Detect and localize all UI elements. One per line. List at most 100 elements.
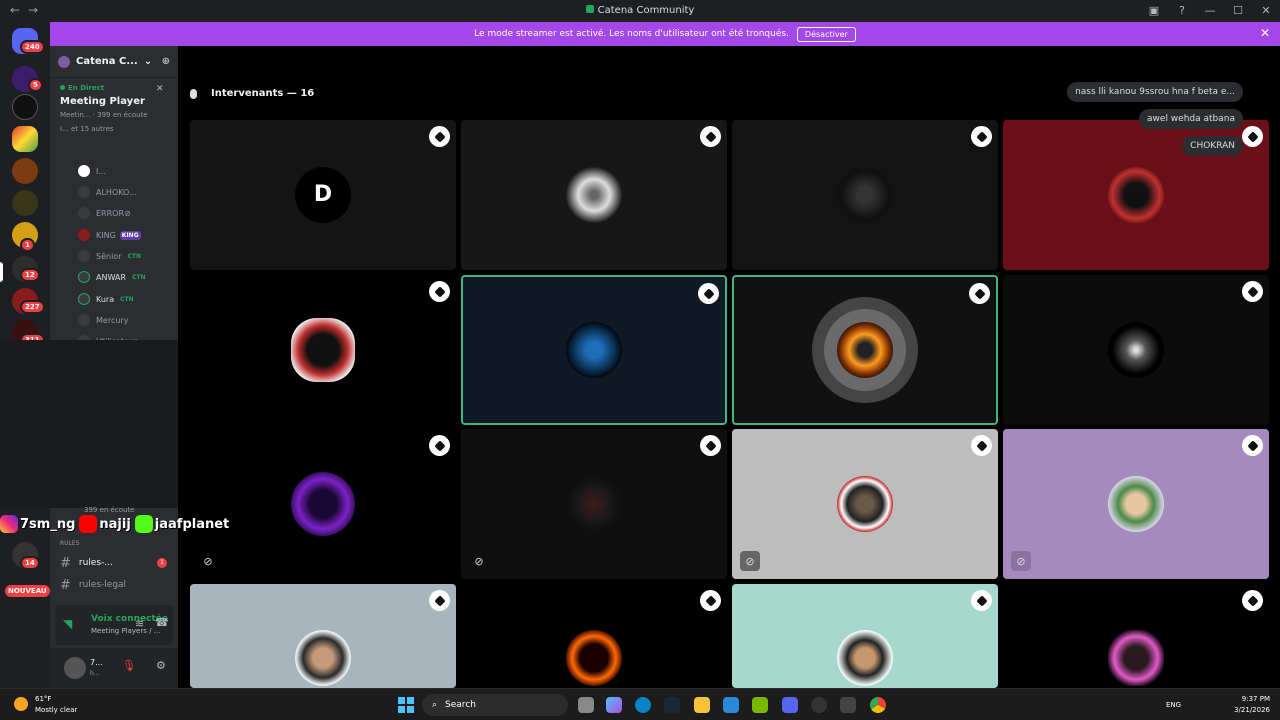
instagram-icon (0, 515, 18, 533)
moderator-icon[interactable] (698, 283, 719, 304)
avatar (291, 318, 355, 382)
channel-item[interactable]: # rules-legal (60, 576, 126, 594)
server-icon[interactable] (12, 94, 38, 120)
app-icon[interactable] (840, 697, 856, 713)
speaker-tile-speaking[interactable] (732, 275, 998, 425)
store-icon[interactable] (723, 697, 739, 713)
voice-user[interactable]: ANWAR CTN (78, 268, 148, 286)
moderator-icon[interactable] (971, 435, 992, 456)
task-view-icon[interactable] (578, 697, 594, 713)
windows-start-icon[interactable] (398, 697, 414, 713)
minimize-button[interactable]: — (1196, 0, 1224, 22)
mic-muted-icon[interactable]: 🎙 (122, 659, 136, 672)
speaker-tile[interactable] (732, 120, 998, 270)
edge-icon[interactable] (635, 697, 651, 713)
app-icon[interactable] (811, 697, 827, 713)
chrome-icon[interactable] (870, 697, 886, 713)
speaker-tile[interactable] (1003, 584, 1269, 688)
moderator-icon[interactable] (429, 435, 450, 456)
category-label[interactable]: RULES (60, 540, 80, 547)
listener-count: 399 en écoute (84, 506, 135, 514)
nvidia-icon[interactable] (752, 697, 768, 713)
avatar (78, 250, 90, 262)
taskbar-search[interactable]: ⌕ Search (422, 694, 568, 716)
unread-badge: 227 (20, 300, 45, 314)
stage-name[interactable]: Meeting Player (60, 96, 168, 107)
moderator-icon[interactable] (429, 590, 450, 611)
voice-user[interactable]: Kura CTN (78, 290, 136, 308)
unread-badge: 5 (28, 78, 43, 92)
copilot-icon[interactable] (606, 697, 622, 713)
close-icon[interactable]: ✕ (156, 84, 164, 94)
speaker-tile[interactable]: D (190, 120, 456, 270)
speaker-tile[interactable] (190, 275, 456, 425)
maximize-button[interactable]: ☐ (1224, 0, 1252, 22)
voice-user[interactable]: I... (78, 162, 106, 180)
muted-mic-icon: ⊘ (474, 554, 484, 568)
moderator-icon[interactable] (700, 590, 721, 611)
close-icon[interactable]: ✕ (1260, 26, 1270, 40)
chevron-down-icon[interactable]: ⌄ (144, 56, 152, 67)
stage-live-panel: En Direct ✕ Meeting Player Meetin... · 3… (50, 78, 178, 139)
speaker-tile[interactable] (461, 584, 727, 688)
new-badge[interactable]: NOUVEAU (5, 585, 50, 597)
muted-mic-icon: ⊘ (740, 551, 760, 571)
voice-user[interactable]: ALHOKO... (78, 183, 137, 201)
voice-user[interactable]: ERROR⊘ (78, 204, 131, 222)
moderator-icon[interactable] (700, 126, 721, 147)
moderator-icon[interactable] (971, 126, 992, 147)
speaker-tile[interactable]: ⊘ (732, 429, 998, 579)
discord-taskbar-icon[interactable] (782, 697, 798, 713)
moderator-icon[interactable] (429, 281, 450, 302)
speaker-tile[interactable] (461, 120, 727, 270)
avatar (291, 472, 355, 536)
speaker-tile[interactable] (1003, 275, 1269, 425)
avatar (837, 322, 893, 378)
channel-item[interactable]: # rules-... (60, 554, 113, 572)
moderator-icon[interactable] (700, 435, 721, 456)
speakers-header: Intervenants — 16 (190, 88, 314, 99)
noise-suppression-icon[interactable]: ≋ (135, 617, 144, 630)
disconnect-icon[interactable]: ☎ (155, 616, 169, 629)
disable-streamer-button[interactable]: Désactiver (796, 26, 856, 42)
file-explorer-icon[interactable] (694, 697, 710, 713)
moderator-icon[interactable] (1242, 126, 1263, 147)
temperature: 61°F (35, 695, 52, 703)
speaker-tile-speaking[interactable] (461, 275, 727, 425)
kick-icon (134, 515, 153, 533)
speaker-tile[interactable] (732, 584, 998, 688)
moderator-icon[interactable] (969, 283, 990, 304)
weather-widget[interactable]: 61°F Mostly clear (14, 694, 77, 716)
user-status: h... (90, 670, 100, 677)
voice-channel-name[interactable]: Meeting Players / ... (91, 627, 160, 635)
settings-icon[interactable]: ⚙ (156, 659, 166, 672)
server-icon[interactable] (12, 158, 38, 184)
moderator-icon[interactable] (429, 126, 450, 147)
avatar[interactable] (64, 657, 86, 679)
search-icon: ⌕ (432, 700, 438, 710)
hash-icon: # (60, 555, 71, 571)
steam-icon[interactable] (664, 697, 680, 713)
avatar (1108, 167, 1164, 223)
moderator-icon[interactable] (1242, 590, 1263, 611)
voice-user[interactable]: Sênior CTN (78, 247, 143, 265)
server-header[interactable]: Catena C... ⌄ ⊕ (50, 46, 178, 78)
moderator-icon[interactable] (1242, 281, 1263, 302)
server-icon[interactable] (12, 190, 38, 216)
moderator-icon[interactable] (971, 590, 992, 611)
speaker-tile[interactable]: ⊘ (1003, 429, 1269, 579)
speaker-tile[interactable]: ⊘ (190, 429, 456, 579)
voice-user[interactable]: KING KING (78, 226, 141, 244)
screen-share-icon[interactable]: ▣ (1140, 0, 1168, 22)
invite-user-icon[interactable]: ⊕ (162, 56, 170, 67)
close-button[interactable]: ✕ (1252, 0, 1280, 22)
weather-icon (14, 697, 28, 711)
moderator-icon[interactable] (1242, 435, 1263, 456)
help-icon[interactable]: ? (1168, 0, 1196, 22)
language-indicator[interactable]: ENG (1166, 701, 1181, 709)
clock[interactable]: 9:37 PM 3/21/2026 (1234, 694, 1270, 716)
speaker-tile[interactable] (190, 584, 456, 688)
voice-user[interactable]: Mercury (78, 311, 128, 329)
server-icon[interactable] (12, 126, 38, 152)
speaker-tile[interactable]: ⊘ (461, 429, 727, 579)
